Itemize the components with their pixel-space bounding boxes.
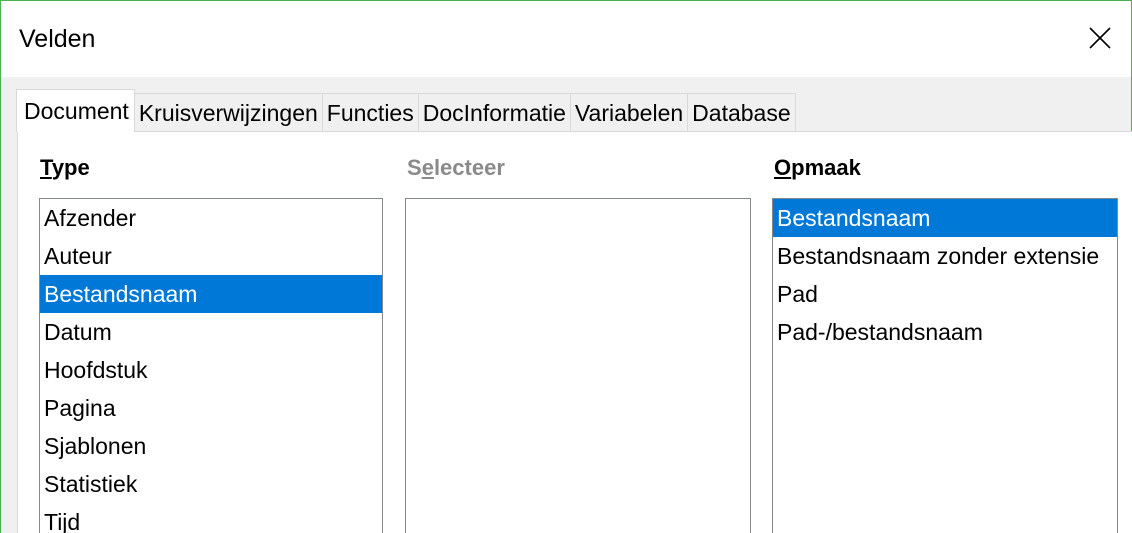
select-header-rest: lecteer <box>433 155 505 180</box>
type-item-sjablonen[interactable]: Sjablonen <box>40 427 382 465</box>
close-icon <box>1089 27 1111 49</box>
select-header-pre: S <box>407 155 422 180</box>
tab-database[interactable]: Database <box>687 93 796 132</box>
type-listbox[interactable]: Afzender Auteur Bestandsnaam Datum Hoofd… <box>39 198 383 533</box>
type-item-datum[interactable]: Datum <box>40 313 382 351</box>
format-header: Opmaak <box>774 154 861 182</box>
select-listbox[interactable] <box>405 198 751 533</box>
format-item-bestandsnaam-zonder-extensie[interactable]: Bestandsnaam zonder extensie <box>773 237 1117 275</box>
format-item-pad-bestandsnaam[interactable]: Pad-/bestandsnaam <box>773 313 1117 351</box>
format-listbox[interactable]: Bestandsnaam Bestandsnaam zonder extensi… <box>772 198 1118 533</box>
tab-functies[interactable]: Functies <box>321 93 419 132</box>
type-item-bestandsnaam[interactable]: Bestandsnaam <box>40 275 382 313</box>
type-item-tijd[interactable]: Tijd <box>40 503 382 533</box>
format-item-pad[interactable]: Pad <box>773 275 1117 313</box>
dialog-content: Document Kruisverwijzingen Functies DocI… <box>1 77 1132 533</box>
tab-kruisverwijzingen[interactable]: Kruisverwijzingen <box>133 93 323 132</box>
tab-strip: Document Kruisverwijzingen Functies DocI… <box>16 89 796 132</box>
select-header: Selecteer <box>407 154 505 182</box>
type-header-mnemonic: T <box>40 155 52 180</box>
select-header-mnemonic: e <box>421 155 434 180</box>
tab-document[interactable]: Document <box>16 89 135 132</box>
type-item-auteur[interactable]: Auteur <box>40 237 382 275</box>
tab-variabelen[interactable]: Variabelen <box>569 93 689 132</box>
title-bar: Velden <box>1 1 1131 77</box>
format-header-mnemonic: O <box>774 155 792 180</box>
format-item-bestandsnaam[interactable]: Bestandsnaam <box>773 199 1117 237</box>
tab-docinformatie[interactable]: DocInformatie <box>417 93 571 132</box>
type-item-afzender[interactable]: Afzender <box>40 199 382 237</box>
window-title: Velden <box>19 25 96 53</box>
type-header: Type <box>40 154 90 182</box>
format-header-rest: pmaak <box>791 155 861 180</box>
type-item-statistiek[interactable]: Statistiek <box>40 465 382 503</box>
close-button[interactable] <box>1077 15 1123 61</box>
type-item-hoofdstuk[interactable]: Hoofdstuk <box>40 351 382 389</box>
type-header-rest: ype <box>51 155 90 180</box>
tab-panel-document: Type Afzender Auteur Bestandsnaam Datum … <box>17 131 1132 533</box>
type-item-pagina[interactable]: Pagina <box>40 389 382 427</box>
